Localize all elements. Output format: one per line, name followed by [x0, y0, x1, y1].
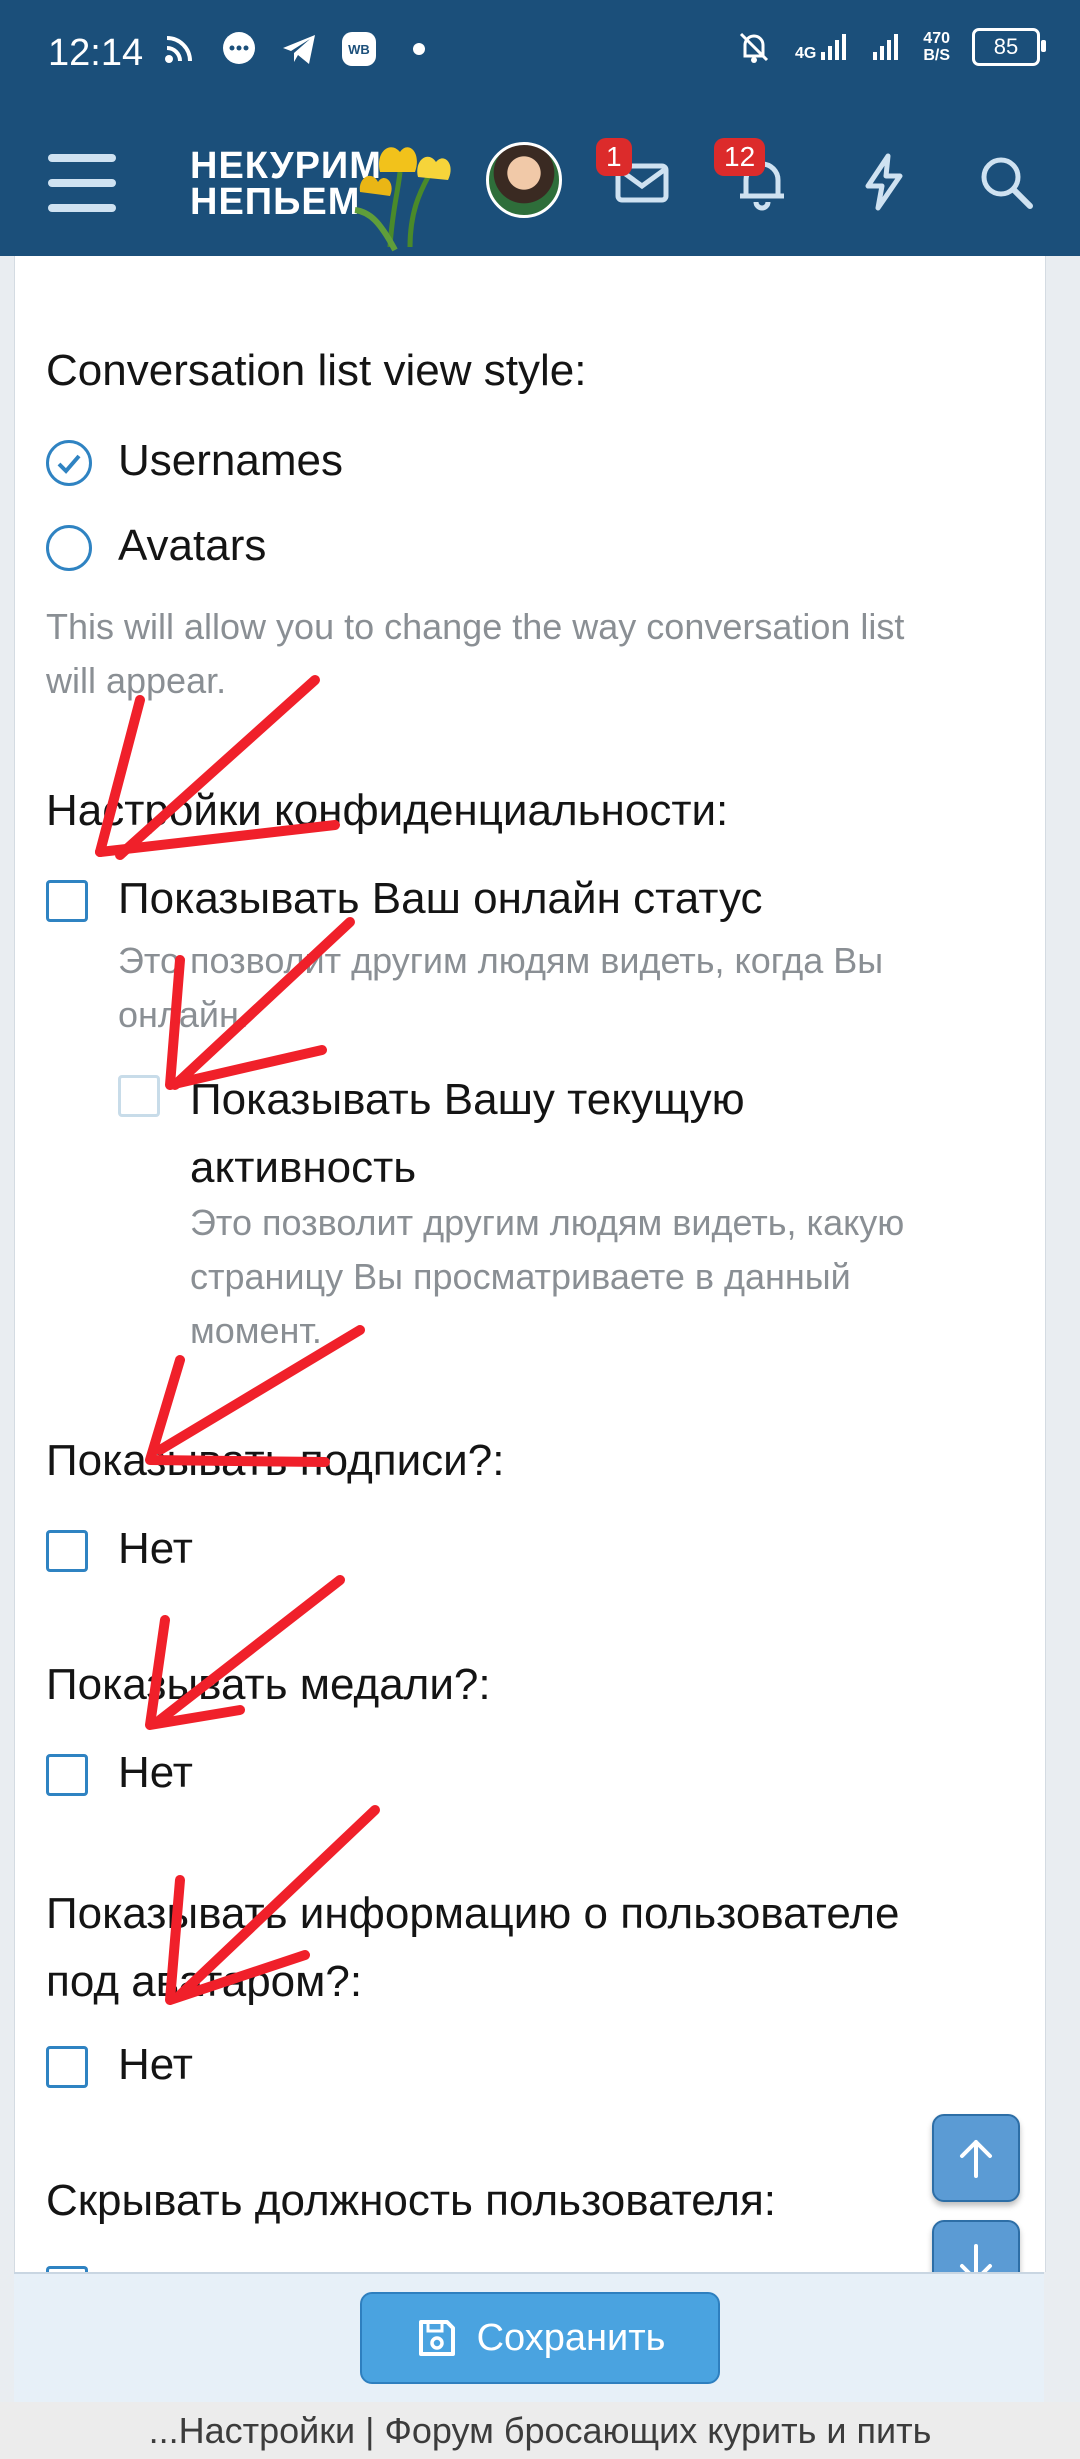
userinfo-label: Показывать информацию о пользователе под… — [46, 1889, 900, 2006]
status-right-icons: 4G 470 B/S 85 — [735, 28, 1046, 66]
messages-badge: 1 — [596, 138, 632, 176]
radio-usernames[interactable] — [46, 440, 92, 486]
signatures-checkbox[interactable] — [46, 1530, 88, 1572]
userinfo-option[interactable]: Нет — [118, 2040, 193, 2090]
status-time: 12:14 — [48, 32, 144, 74]
privacy-label: Настройки конфиденциальности: — [46, 786, 729, 835]
option-usernames-label[interactable]: Usernames — [118, 436, 343, 486]
signatures-option[interactable]: Нет — [118, 1524, 193, 1574]
bell-off-icon — [735, 28, 773, 66]
top-navbar: НЕКУРИМ НЕПЬЕМ 1 12 — [0, 110, 1080, 256]
dot-icon — [400, 30, 438, 68]
conversation-style-hint: This will allow you to change the way co… — [46, 606, 905, 701]
save-bar: Сохранить — [14, 2272, 1044, 2404]
browser-page-title: ...Настройки | Форум бросающих курить и … — [0, 2402, 1080, 2459]
save-button-label: Сохранить — [476, 2316, 666, 2359]
telegram-icon — [280, 30, 318, 68]
net-speed: 470 B/S — [923, 30, 950, 64]
alerts-badge: 12 — [714, 138, 766, 176]
activity-hint: Это позволит другим людям видеть, какую … — [190, 1202, 905, 1351]
conversation-style-label: Conversation list view style: — [46, 346, 587, 395]
lightning-icon[interactable] — [852, 150, 916, 214]
svg-text:WB: WB — [348, 42, 370, 57]
wb-icon: WB — [340, 30, 378, 68]
cast-icon — [160, 30, 198, 68]
online-status-checkbox[interactable] — [46, 880, 88, 922]
status-left-icons: WB — [160, 30, 438, 68]
activity-checkbox[interactable] — [118, 1075, 160, 1117]
scroll-up-button[interactable] — [932, 2114, 1020, 2202]
option-avatars-label[interactable]: Avatars — [118, 521, 266, 571]
medals-label: Показывать медали?: — [46, 1660, 491, 1709]
signal-icon — [873, 34, 899, 60]
radio-avatars[interactable] — [46, 525, 92, 571]
activity-label[interactable]: Показывать Вашу текущую активность — [190, 1066, 745, 1202]
status-bar: 12:14 WB 4G 470 B/S 85 — [0, 0, 1080, 110]
search-icon[interactable] — [974, 150, 1038, 214]
arrow-up-icon — [960, 2140, 992, 2178]
online-status-label[interactable]: Показывать Ваш онлайн статус — [118, 874, 762, 924]
floppy-disk-icon — [418, 2320, 455, 2356]
signal-icon — [821, 34, 847, 60]
chat-icon — [220, 30, 258, 68]
user-avatar[interactable] — [486, 142, 562, 218]
online-status-hint: Это позволит другим людям видеть, когда … — [118, 940, 884, 1035]
menu-icon[interactable] — [48, 154, 116, 212]
network-type: 4G — [795, 32, 849, 62]
medals-option[interactable]: Нет — [118, 1748, 193, 1798]
battery-icon: 85 — [972, 28, 1046, 66]
check-icon — [57, 454, 81, 474]
card-top-edge — [15, 256, 1045, 266]
tulips-icon — [354, 147, 451, 252]
signatures-label: Показывать подписи?: — [46, 1436, 505, 1485]
save-button[interactable]: Сохранить — [360, 2292, 720, 2384]
userinfo-checkbox[interactable] — [46, 2046, 88, 2088]
hide-title-label: Скрывать должность пользователя: — [46, 2176, 777, 2225]
medals-checkbox[interactable] — [46, 1754, 88, 1796]
